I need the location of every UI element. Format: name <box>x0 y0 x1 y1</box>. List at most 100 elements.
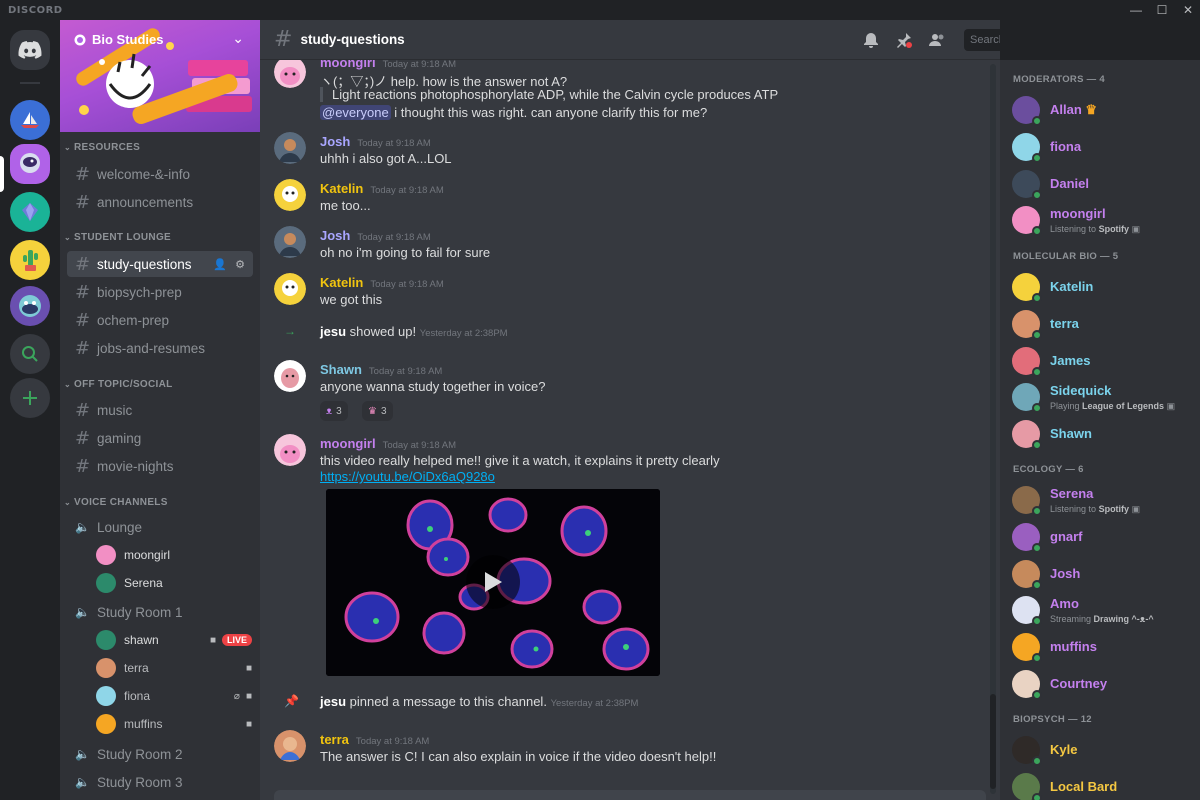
reaction[interactable]: ᴥ3 <box>320 401 348 421</box>
system-user[interactable]: jesu <box>320 694 346 709</box>
avatar[interactable] <box>274 179 306 211</box>
category-resources[interactable]: ⌄ RESOURCES <box>64 142 140 153</box>
invite-icon[interactable]: 👤 <box>213 258 227 271</box>
channel-study-questions[interactable]: # study-questions 👤 ⚙ <box>67 251 253 277</box>
message-composer[interactable] <box>274 790 986 800</box>
member-item[interactable]: Shawn <box>1012 418 1192 452</box>
member-item[interactable]: Katelin <box>1012 271 1192 305</box>
member-item[interactable]: muffins <box>1012 631 1192 665</box>
server-banner[interactable]: Bio Studies ⌄ <box>60 20 260 132</box>
voice-user[interactable]: muffins ■ <box>96 712 256 736</box>
server-name[interactable]: Bio Studies <box>74 32 164 47</box>
member-item[interactable]: terra <box>1012 308 1192 342</box>
member-item[interactable]: James <box>1012 345 1192 379</box>
voice-channel-study-room-3[interactable]: 🔈 Study Room 3 <box>67 770 253 794</box>
channel-ochem-prep[interactable]: # ochem-prep <box>67 307 253 333</box>
avatar[interactable] <box>274 132 306 164</box>
server-icon-bio-studies[interactable] <box>10 144 50 184</box>
add-server-button[interactable] <box>10 378 50 418</box>
pin-icon[interactable] <box>895 31 913 49</box>
member-item[interactable]: gnarf <box>1012 521 1192 555</box>
voice-channel-label: Study Room 1 <box>97 604 183 620</box>
avatar[interactable] <box>274 273 306 305</box>
channel-biopsych-prep[interactable]: # biopsych-prep <box>67 279 253 305</box>
member-item[interactable]: Local Bard <box>1012 771 1192 800</box>
video-link[interactable]: https://youtu.be/OiDx6aQ928o <box>320 469 495 484</box>
avatar[interactable] <box>274 56 306 88</box>
timestamp: Today at 9:18 AM <box>382 59 457 70</box>
category-student-lounge[interactable]: ⌄ STUDENT LOUNGE <box>64 232 171 243</box>
voice-user[interactable]: shawn ■ LIVE <box>96 628 256 652</box>
member-item[interactable]: Kyle <box>1012 734 1192 768</box>
author-name[interactable]: Shawn <box>320 362 362 377</box>
chat-scrollbar[interactable] <box>990 64 996 794</box>
member-item[interactable]: Serena Listening to Spotify ▣ <box>1012 484 1192 518</box>
avatar <box>96 686 116 706</box>
channel-announcements[interactable]: # announcements <box>67 189 253 215</box>
voice-user[interactable]: fiona ⌀ ■ <box>96 684 256 708</box>
chat-message: terra Today at 9:18 AM The answer is C! … <box>272 728 982 778</box>
maximize-icon[interactable]: ☐ <box>1156 4 1168 16</box>
scroll-thumb[interactable] <box>990 694 996 789</box>
member-item[interactable]: Courtney <box>1012 668 1192 702</box>
channel-gaming[interactable]: # gaming <box>67 425 253 451</box>
member-item[interactable]: Amo Streaming Drawing ^-ᴥ-^ <box>1012 594 1192 628</box>
channel-jobs-and-resumes[interactable]: # jobs-and-resumes <box>67 335 253 361</box>
member-item[interactable]: Sidequick Playing League of Legends ▣ <box>1012 381 1192 415</box>
mention[interactable]: @everyone <box>320 105 391 120</box>
member-list-icon[interactable] <box>928 31 946 49</box>
search-input[interactable]: Search <box>964 29 1000 51</box>
channel-welcome[interactable]: # welcome-&-info <box>67 161 253 187</box>
bell-icon[interactable] <box>862 31 880 49</box>
reaction[interactable]: ♛ 3 <box>362 401 393 421</box>
author-name[interactable]: Katelin <box>320 181 363 196</box>
avatar <box>96 630 116 650</box>
channel-music[interactable]: # music <box>67 397 253 423</box>
home-button[interactable] <box>10 30 50 70</box>
explore-servers-button[interactable] <box>10 334 50 374</box>
author-name[interactable]: moongirl <box>320 436 376 451</box>
author-name[interactable]: Josh <box>320 134 350 149</box>
member-item[interactable]: fiona <box>1012 131 1192 165</box>
rich-presence-icon: ▣ <box>1131 224 1141 234</box>
online-status <box>1032 616 1042 626</box>
voice-user[interactable]: Serena <box>96 571 256 595</box>
discord-window: DISCORD — ☐ ✕ Bio Studies ⌄ ⌄ RESOURCES … <box>0 0 1200 800</box>
muted-mic-icon: ⌀ <box>233 690 240 702</box>
avatar[interactable] <box>274 730 306 762</box>
live-badge[interactable]: LIVE <box>221 634 252 646</box>
category-voice-channels[interactable]: ⌄ VOICE CHANNELS <box>64 497 168 508</box>
member-item[interactable]: Josh <box>1012 558 1192 592</box>
close-icon[interactable]: ✕ <box>1182 4 1194 16</box>
server-icon-cactus[interactable] <box>10 240 50 280</box>
server-icon-dragon[interactable] <box>10 286 50 326</box>
online-status <box>1032 440 1042 450</box>
gear-icon[interactable]: ⚙ <box>235 258 245 271</box>
author-name[interactable]: terra <box>320 732 349 747</box>
voice-channel-study-room-2[interactable]: 🔈 Study Room 2 <box>67 742 253 766</box>
voice-channel-lounge[interactable]: 🔈 Lounge <box>67 515 253 539</box>
voice-user[interactable]: terra ■ <box>96 656 256 680</box>
member-item[interactable]: moongirl Listening to Spotify ▣ <box>1012 204 1192 238</box>
voice-channel-study-room-1[interactable]: 🔈 Study Room 1 <box>67 600 253 624</box>
author-name[interactable]: Katelin <box>320 275 363 290</box>
voice-user[interactable]: moongirl <box>96 543 256 567</box>
member-activity: Listening to Spotify ▣ <box>1050 224 1141 234</box>
chevron-down-icon[interactable]: ⌄ <box>232 30 244 47</box>
category-off-topic[interactable]: ⌄ OFF TOPIC/SOCIAL <box>64 379 173 390</box>
member-item[interactable]: Allan ♛ <box>1012 94 1192 128</box>
avatar[interactable] <box>274 434 306 466</box>
channel-movie-nights[interactable]: # movie-nights <box>67 453 253 479</box>
server-icon-teal[interactable] <box>10 192 50 232</box>
video-embed[interactable] <box>326 489 660 676</box>
play-button[interactable] <box>466 555 520 609</box>
member-name: Katelin <box>1050 279 1094 294</box>
server-icon-sailboat[interactable] <box>10 100 50 140</box>
author-name[interactable]: Josh <box>320 228 350 243</box>
hashtag-icon: # <box>75 253 91 275</box>
system-user[interactable]: jesu <box>320 324 346 339</box>
member-item[interactable]: Daniel <box>1012 168 1192 202</box>
avatar[interactable] <box>274 360 306 392</box>
avatar[interactable] <box>274 226 306 258</box>
minimize-icon[interactable]: — <box>1130 4 1142 16</box>
